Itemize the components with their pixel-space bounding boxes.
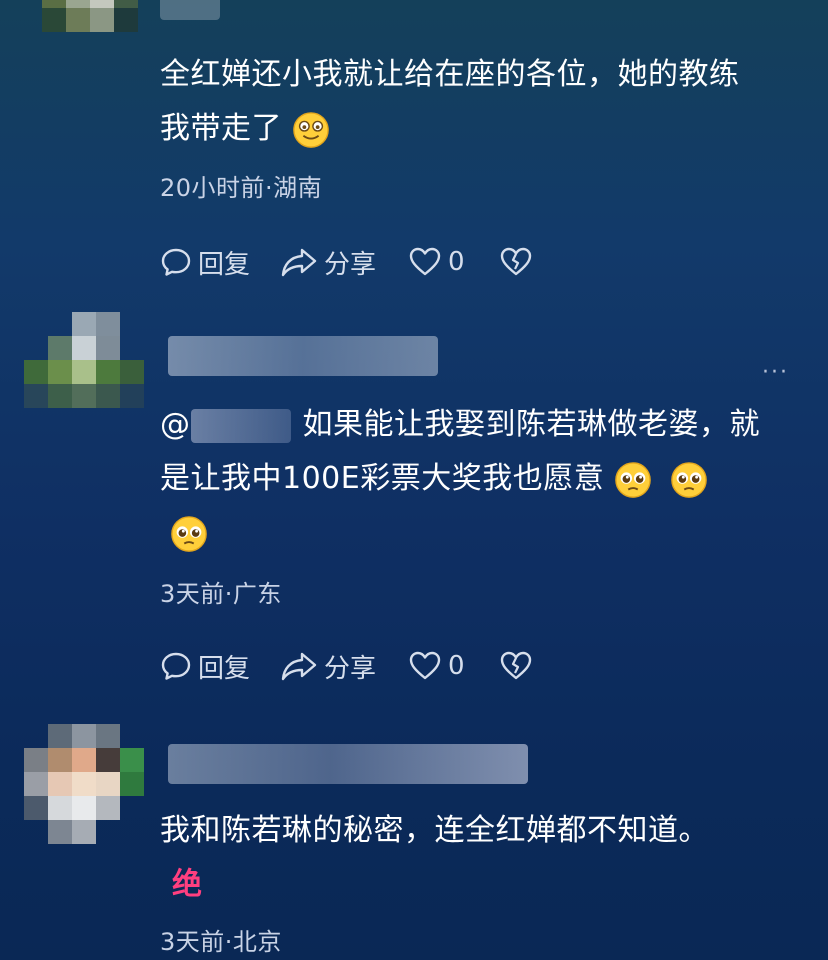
comment-meta: 3天前·北京: [160, 928, 282, 956]
comment-meta: 3天前·广东: [160, 580, 282, 608]
comment-text: 全红婵还小我就让给在座的各位，她的教练 我带走了: [160, 48, 800, 156]
dislike-button[interactable]: [499, 246, 533, 278]
share-icon: [281, 652, 317, 681]
pleading-face-icon: [615, 461, 652, 498]
heart-icon: [409, 651, 441, 680]
comment-line-2: 我带走了: [160, 111, 282, 146]
like-count: 0: [448, 247, 465, 277]
like-count: 0: [448, 651, 465, 681]
comment-actions: 回复 分享 0: [160, 242, 533, 282]
comment-line-2: 是让我中100E彩票大奖我也愿意: [160, 461, 605, 496]
avatar[interactable]: [24, 724, 144, 844]
more-options-button[interactable]: ···: [762, 360, 789, 385]
comment-line-1: 全红婵还小我就让给在座的各位，她的教练: [160, 57, 740, 92]
avatar[interactable]: [24, 312, 144, 432]
comment-text: 我和陈若琳的秘密，连全红婵都不知道。 绝: [160, 804, 800, 912]
dislike-button[interactable]: [499, 650, 533, 682]
comment-line-1: 如果能让我娶到陈若琳做老婆，就: [302, 407, 760, 442]
share-label: 分享: [324, 249, 377, 280]
mention-symbol[interactable]: @: [160, 407, 191, 442]
username-blurred[interactable]: [160, 0, 220, 20]
share-button[interactable]: 分享: [280, 648, 376, 685]
like-button[interactable]: 0: [408, 246, 465, 278]
share-icon: [281, 248, 317, 277]
share-label: 分享: [324, 653, 377, 684]
comment-2: ··· @ 如果能让我娶到陈若琳做老婆，就 是让我中100E彩票大奖我也愿意 3…: [0, 300, 828, 700]
reply-icon: [161, 652, 191, 680]
mention-username-blurred[interactable]: [190, 408, 291, 443]
pleading-face-icon: [171, 515, 207, 552]
pleading-face-icon: [671, 461, 708, 498]
comment-text: @ 如果能让我娶到陈若琳做老婆，就 是让我中100E彩票大奖我也愿意: [160, 398, 800, 560]
reply-button[interactable]: 回复: [160, 244, 250, 281]
broken-heart-icon: [500, 247, 531, 276]
comment-3: 我和陈若琳的秘密，连全红婵都不知道。 绝 3天前·北京: [0, 700, 828, 960]
comment-actions: 回复 分享 0: [160, 646, 533, 686]
comment-meta: 20小时前·湖南: [160, 174, 323, 202]
avatar[interactable]: [42, 0, 138, 56]
username-blurred[interactable]: [168, 336, 438, 376]
username-blurred[interactable]: [168, 744, 528, 784]
smile-emoji-icon: [293, 111, 329, 148]
like-button[interactable]: 0: [408, 650, 465, 682]
broken-heart-icon: [500, 651, 531, 680]
comment-line-1: 我和陈若琳的秘密，连全红婵都不知道。: [160, 813, 709, 848]
heart-icon: [409, 247, 441, 276]
reply-label: 回复: [198, 249, 251, 280]
reply-icon: [161, 248, 191, 276]
reply-label: 回复: [198, 653, 251, 684]
comment-1: 全红婵还小我就让给在座的各位，她的教练 我带走了 20小时前·湖南 回复 分享: [0, 0, 828, 300]
share-button[interactable]: 分享: [280, 244, 376, 281]
badge-sticker: 绝: [172, 867, 203, 902]
reply-button[interactable]: 回复: [160, 648, 250, 685]
